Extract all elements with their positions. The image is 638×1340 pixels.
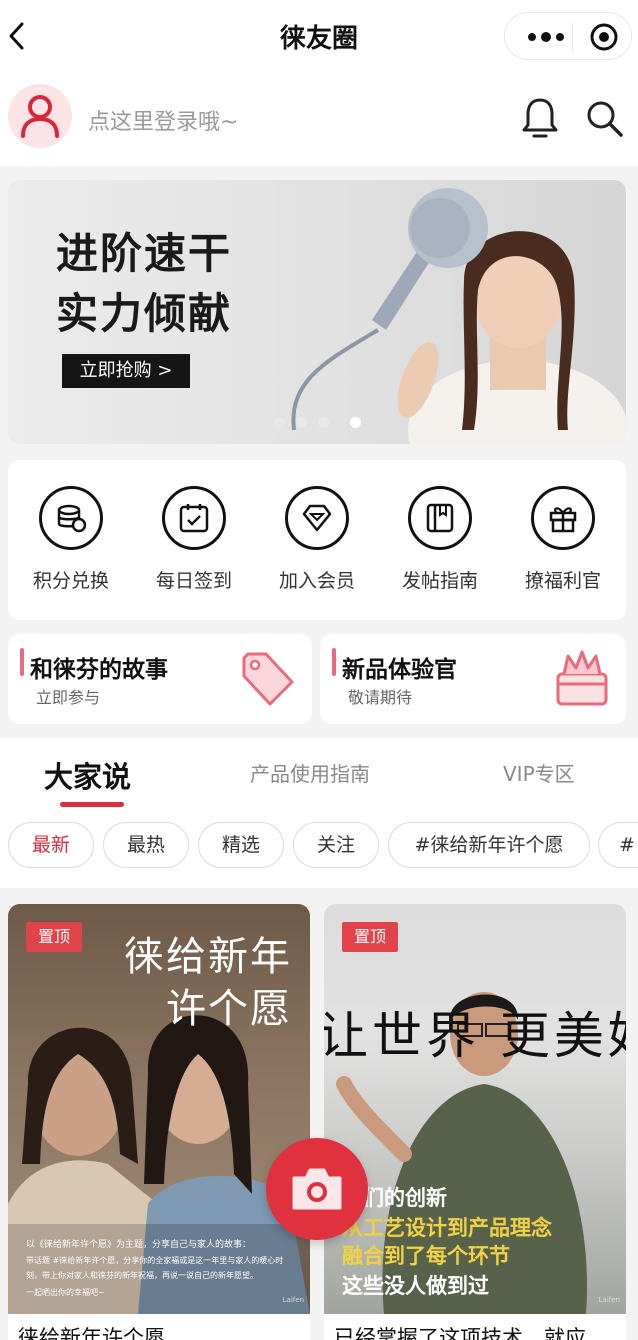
banner-product-illustration <box>291 188 626 444</box>
target-icon[interactable] <box>589 22 619 52</box>
quick-action-posting-guide[interactable]: 发帖指南 <box>379 484 501 604</box>
quick-action-label: 加入会员 <box>278 570 355 592</box>
camera-icon <box>292 1168 342 1210</box>
quick-actions-panel: 积分兑换 每日签到 加入会员 发帖指南 撩福利官 <box>8 460 626 620</box>
book-icon <box>408 486 472 550</box>
more-dots-icon[interactable] <box>523 23 569 51</box>
tab-product-guide[interactable]: 产品使用指南 <box>250 758 370 787</box>
post-desc-line: 带话题 #徕给新年许个愿，分享你的全家福或是这一年里与家人的暖心时 <box>26 1256 284 1265</box>
feed-header: 大家说 产品使用指南 VIP专区 最新 最热 精选 关注 #徕给新年许个愿 # <box>0 738 638 888</box>
bell-icon[interactable] <box>520 96 560 140</box>
avatar[interactable] <box>8 84 72 148</box>
banner-dot-active[interactable] <box>350 417 361 428</box>
top-nav-bar: 徕友圈 <box>0 0 638 72</box>
pinned-badge: 置顶 <box>26 922 82 952</box>
post-description: 以《徕给新年许个愿》为主题，分享自己与家人的故事： 带话题 #徕给新年许个愿，分… <box>26 1238 296 1300</box>
post-caption: 徕给新年许个愿 <box>18 1326 165 1340</box>
login-prompt[interactable]: 点这里登录哦~ <box>88 104 238 136</box>
quick-action-points-exchange[interactable]: 积分兑换 <box>10 484 132 604</box>
post-desc-line: 一起晒出你的幸福吧~ <box>26 1288 105 1297</box>
create-post-button[interactable] <box>266 1138 368 1240</box>
post-overlay-line: 从工艺设计到产品理念 <box>342 1216 552 1240</box>
post-overlay-line: 融合到了每个环节 <box>342 1244 510 1268</box>
mini-program-capsule <box>504 12 632 60</box>
gift-box-icon <box>556 650 608 706</box>
chip-topic-more[interactable]: # <box>598 822 638 868</box>
card-accent-bar <box>20 648 24 676</box>
banner-dot[interactable] <box>274 417 285 428</box>
tag-icon <box>242 652 294 706</box>
gift-icon <box>531 486 595 550</box>
post-headline-2: 许个愿 <box>166 986 292 1032</box>
pinned-badge: 置顶 <box>342 922 398 952</box>
chip-hottest[interactable]: 最热 <box>103 822 189 868</box>
tester-card-subtitle: 敬请期待 <box>348 688 413 707</box>
story-card[interactable]: 和徕芬的故事 立即参与 <box>8 634 312 724</box>
quick-action-label: 撩福利官 <box>524 570 601 592</box>
checkin-calendar-icon <box>162 486 226 550</box>
quick-action-label: 发帖指南 <box>401 570 478 592</box>
story-card-subtitle: 立即参与 <box>36 688 101 707</box>
tab-everyone-says[interactable]: 大家说 <box>44 754 131 796</box>
post-desc-line: 以《徕给新年许个愿》为主题，分享自己与家人的故事： <box>26 1240 252 1250</box>
banner-headline-2: 实力倾献 <box>56 289 233 338</box>
banner-pagination <box>274 417 374 429</box>
quick-action-daily-checkin[interactable]: 每日签到 <box>133 484 255 604</box>
chip-following[interactable]: 关注 <box>293 822 379 868</box>
post-desc-line: 刻，带上你对家人和徕芬的新年祝福，再说一说自己的新年愿望。 <box>26 1271 258 1280</box>
capsule-divider <box>572 23 573 51</box>
post-card[interactable]: 置顶 徕给新年 许个愿 以《徕给新年许个愿》为主题，分享自己与家人的故事： 带话… <box>8 904 310 1340</box>
quick-action-welfare[interactable]: 撩福利官 <box>502 484 624 604</box>
post-card[interactable]: 置顶 让世界 更美好 我们的创新 从工艺设计到产品理念 融合到了每个环节 这些没… <box>324 904 626 1340</box>
chip-topic-new-year[interactable]: #徕给新年许个愿 <box>388 822 590 868</box>
banner-dot[interactable] <box>318 417 329 428</box>
post-headline: 让世界 更美好 <box>324 1007 626 1065</box>
tab-vip[interactable]: VIP专区 <box>503 758 575 787</box>
active-tab-indicator <box>60 802 124 807</box>
user-bar: 点这里登录哦~ <box>0 72 638 166</box>
user-icon <box>21 95 59 138</box>
banner-headline-1: 进阶速干 <box>56 229 233 278</box>
post-headline-1: 徕给新年 <box>124 934 292 980</box>
coins-icon <box>39 486 103 550</box>
chip-featured[interactable]: 精选 <box>198 822 284 868</box>
post-caption: 已经掌握了这项技术，就应 <box>334 1326 586 1340</box>
card-accent-bar <box>332 648 336 676</box>
quick-action-label: 积分兑换 <box>32 570 109 592</box>
chip-latest[interactable]: 最新 <box>8 822 94 868</box>
new-product-tester-card[interactable]: 新品体验官 敬请期待 <box>320 634 626 724</box>
quick-action-label: 每日签到 <box>155 570 232 592</box>
tester-card-title: 新品体验官 <box>342 657 457 683</box>
quick-action-join-member[interactable]: 加入会员 <box>256 484 378 604</box>
promo-banner[interactable]: 进阶速干 实力倾献 立即抢购 > <box>8 180 626 444</box>
banner-buy-button[interactable]: 立即抢购 > <box>62 354 190 388</box>
post-overlay-line: 这些没人做到过 <box>342 1274 489 1298</box>
diamond-icon <box>285 486 349 550</box>
banner-dot[interactable] <box>296 417 307 428</box>
brand-watermark: Laifen <box>598 1296 620 1304</box>
story-card-title: 和徕芬的故事 <box>30 657 168 683</box>
search-icon[interactable] <box>584 98 624 138</box>
brand-watermark: Laifen <box>282 1296 304 1304</box>
